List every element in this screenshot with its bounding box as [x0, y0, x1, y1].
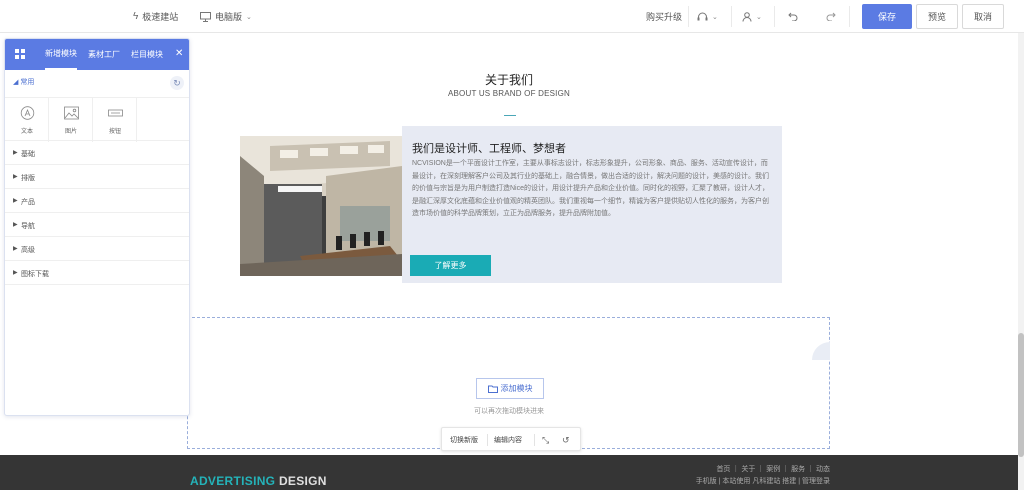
- chevron-down-icon: ⌄: [712, 13, 718, 21]
- category-basic[interactable]: ▶ 基础: [5, 141, 189, 165]
- add-block-button[interactable]: 添加模块: [476, 378, 544, 399]
- add-block-label: 添加模块: [500, 384, 533, 393]
- widget-image[interactable]: 图片: [49, 98, 93, 142]
- module-panel: 新增模块 素材工厂 栏目模块 ✕ ◢ 常用 ↻ 文本 图片 按钮 ▶ 基础 ▶ 排版…: [4, 38, 190, 416]
- refresh-icon[interactable]: ↻: [170, 76, 184, 90]
- caret-right-icon: ▶: [13, 270, 18, 276]
- floatbar-divider: [534, 434, 535, 446]
- folder-icon: [487, 385, 498, 393]
- toolbar-divider: [774, 6, 775, 27]
- footer-brand-text: DESIGN: [278, 474, 327, 488]
- category-label: 基础: [21, 151, 35, 158]
- button-icon: [108, 109, 123, 117]
- scrollbar-thumb[interactable]: [1018, 333, 1024, 457]
- chevron-down-icon: ⌄: [756, 13, 762, 21]
- image-icon: [64, 106, 79, 120]
- caret-right-icon: ▶: [13, 198, 18, 204]
- about-card: 我们是设计师、工程师、梦想者 NCVISION是一个平面设计工作室，主要从事标志…: [402, 126, 782, 283]
- category-label: 图标下载: [21, 271, 49, 278]
- quick-build-button[interactable]: ϟ 极速建站: [133, 0, 178, 33]
- widget-grid: 文本 图片 按钮: [5, 97, 189, 142]
- office-illustration: [240, 136, 402, 276]
- support-menu[interactable]: ⌄: [697, 0, 718, 33]
- cancel-button[interactable]: 取消: [962, 4, 1004, 29]
- card-body: NCVISION是一个平面设计工作室，主要从事标志设计，标志形象提升，公司形象、…: [412, 160, 770, 218]
- card-title: 我们是设计师、工程师、梦想者: [412, 143, 566, 155]
- undo-icon: [788, 12, 798, 21]
- text-icon: [20, 106, 35, 120]
- tab-new-module[interactable]: 新增模块: [45, 39, 77, 70]
- footer-brand: ADVERTISING DESIGN: [190, 474, 327, 488]
- category-layout[interactable]: ▶ 排版: [5, 165, 189, 189]
- quick-build-label: 极速建站: [142, 12, 179, 22]
- undo-button[interactable]: [788, 0, 798, 33]
- category-common[interactable]: ◢ 常用 ↻: [5, 74, 189, 92]
- collapse-button[interactable]: ⤡: [542, 428, 549, 452]
- monitor-icon: [200, 11, 211, 22]
- chevron-down-icon: ⌄: [246, 13, 252, 21]
- device-label: 电脑版: [215, 12, 243, 22]
- widget-image-label: 图片: [64, 129, 77, 135]
- tab-column-module[interactable]: 栏目模块: [131, 39, 163, 70]
- caret-right-icon: ▶: [13, 246, 18, 252]
- category-product[interactable]: ▶ 产品: [5, 189, 189, 213]
- category-label: 导航: [21, 223, 35, 230]
- page-footer: ADVERTISING DESIGN 首页 ｜ 关于 ｜ 案例 ｜ 服务 ｜ 动…: [0, 455, 1018, 490]
- device-selector[interactable]: 电脑版 ⌄: [200, 0, 252, 33]
- switch-new-version-button[interactable]: 切换新版: [450, 428, 478, 452]
- caret-right-icon: ▶: [13, 222, 18, 228]
- toolbar-divider: [731, 6, 732, 27]
- lightning-icon: ϟ: [133, 11, 139, 22]
- widget-text-label: 文本: [20, 129, 33, 135]
- caret-right-icon: ▶: [13, 150, 18, 156]
- category-advanced[interactable]: ▶ 高级: [5, 237, 189, 261]
- floating-edit-bar: 切换新版 编辑内容 ⤡ ↺: [441, 427, 581, 451]
- user-icon: [742, 11, 752, 22]
- office-photo[interactable]: [240, 136, 402, 276]
- upgrade-button[interactable]: 购买升级: [646, 0, 682, 33]
- learn-more-button[interactable]: 了解更多: [410, 255, 491, 276]
- panel-header: 新增模块 素材工厂 栏目模块 ✕: [5, 39, 189, 70]
- preview-button[interactable]: 预览: [916, 4, 958, 29]
- footer-links[interactable]: 手机版 | 本站使用 凡科建站 搭建 | 管理登录: [696, 476, 830, 486]
- reset-button[interactable]: ↺: [562, 428, 570, 452]
- top-toolbar: ϟ 极速建站 电脑版 ⌄ 购买升级 ⌄ ⌄ 保存 预览 取消: [0, 0, 1024, 33]
- title-underline: [504, 115, 516, 116]
- close-icon[interactable]: ✕: [175, 48, 183, 59]
- redo-icon: [826, 12, 836, 21]
- account-menu[interactable]: ⌄: [742, 0, 762, 33]
- collapse-icon: ⤡: [542, 434, 550, 445]
- category-label: 产品: [21, 199, 35, 206]
- toolbar-divider: [849, 6, 850, 27]
- reset-icon: ↺: [562, 434, 570, 445]
- floatbar-divider: [487, 434, 488, 446]
- category-label: 高级: [21, 247, 35, 254]
- widget-button-label: 按钮: [108, 129, 121, 135]
- upgrade-label: 购买升级: [646, 12, 683, 22]
- category-label: 排版: [21, 175, 35, 182]
- footer-brand-accent: ADVERTISING: [190, 474, 276, 488]
- headset-icon: [697, 12, 708, 20]
- tab-material-factory[interactable]: 素材工厂: [88, 39, 120, 70]
- redo-button[interactable]: [826, 0, 836, 33]
- save-button[interactable]: 保存: [862, 4, 912, 29]
- category-icon-download[interactable]: ▶ 图标下载: [5, 261, 189, 285]
- widget-button[interactable]: 按钮: [93, 98, 137, 142]
- toolbar-divider: [688, 6, 689, 27]
- category-common-label: ◢ 常用: [13, 79, 35, 86]
- widget-text[interactable]: 文本: [5, 98, 49, 142]
- grid-icon[interactable]: [15, 49, 25, 59]
- category-navigation[interactable]: ▶ 导航: [5, 213, 189, 237]
- caret-right-icon: ▶: [13, 174, 18, 180]
- edit-content-button[interactable]: 编辑内容: [494, 428, 522, 452]
- footer-nav[interactable]: 首页 ｜ 关于 ｜ 案例 ｜ 服务 ｜ 动态: [716, 464, 830, 474]
